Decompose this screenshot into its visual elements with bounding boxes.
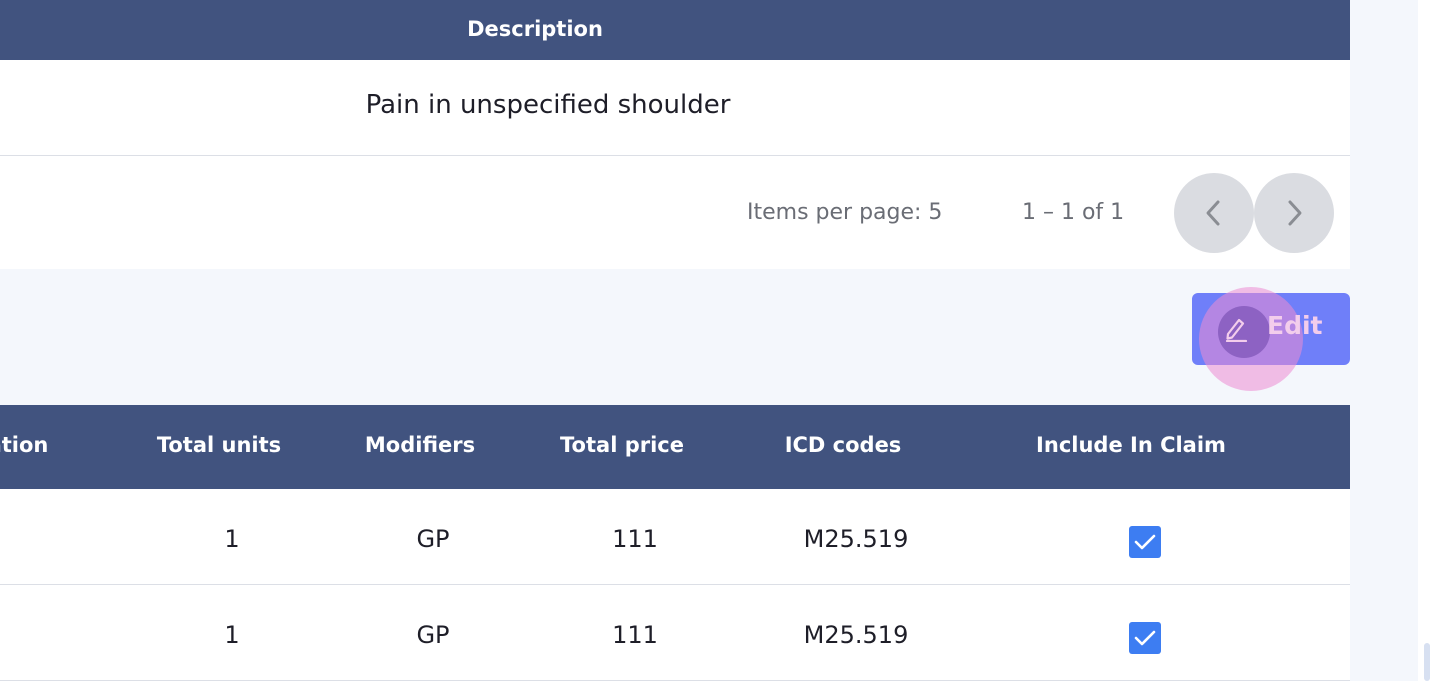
- description-table: Description Pain in unspecified shoulder…: [0, 0, 1350, 269]
- column-header-truncated[interactable]: ation: [0, 433, 48, 457]
- previous-page-button[interactable]: [1174, 173, 1254, 253]
- total-price-cell: 111: [612, 621, 658, 649]
- total-units-cell: 1: [224, 525, 240, 553]
- description-cell: Pain in unspecified shoulder: [365, 90, 731, 120]
- checkmark-icon: [1134, 534, 1156, 550]
- pencil-icon: [1225, 318, 1248, 342]
- right-gutter: [1350, 0, 1418, 681]
- icd-codes-cell: M25.519: [803, 525, 909, 553]
- column-header-description[interactable]: Description: [467, 17, 603, 41]
- column-header-modifiers[interactable]: Modifiers: [365, 433, 475, 457]
- table-row: 1 GP 111 M25.519: [0, 585, 1350, 681]
- items-per-page-label: Items per page: 5: [747, 200, 943, 225]
- column-header-total-price[interactable]: Total price: [560, 433, 684, 457]
- total-units-cell: 1: [224, 621, 240, 649]
- chevron-left-icon: [1206, 200, 1220, 226]
- modifiers-cell: GP: [416, 525, 450, 553]
- page-range-label: 1 – 1 of 1: [1022, 200, 1125, 225]
- modifiers-cell: GP: [416, 621, 450, 649]
- next-page-button[interactable]: [1254, 173, 1334, 253]
- total-price-cell: 111: [612, 525, 658, 553]
- table-row: 1 GP 111 M25.519: [0, 489, 1350, 585]
- column-header-total-units[interactable]: Total units: [157, 433, 281, 457]
- chevron-right-icon: [1288, 200, 1302, 226]
- include-in-claim-checkbox[interactable]: [1129, 526, 1161, 558]
- icd-codes-cell: M25.519: [803, 621, 909, 649]
- description-table-header: Description: [0, 0, 1350, 60]
- page: Description Pain in unspecified shoulder…: [0, 0, 1438, 681]
- claim-table-header: ation Total units Modifiers Total price …: [0, 405, 1350, 489]
- include-in-claim-checkbox[interactable]: [1129, 622, 1161, 654]
- edit-button-label[interactable]: Edit: [1267, 311, 1323, 340]
- checkmark-icon: [1134, 630, 1156, 646]
- column-header-include-in-claim[interactable]: Include In Claim: [1036, 433, 1226, 457]
- table-row: Pain in unspecified shoulder: [0, 60, 1350, 156]
- scrollbar-track[interactable]: [1418, 0, 1438, 681]
- column-header-icd-codes[interactable]: ICD codes: [785, 433, 902, 457]
- claim-table: ation Total units Modifiers Total price …: [0, 405, 1350, 681]
- scrollbar-thumb[interactable]: [1424, 643, 1430, 681]
- paginator: Items per page: 5 1 – 1 of 1: [0, 157, 1350, 269]
